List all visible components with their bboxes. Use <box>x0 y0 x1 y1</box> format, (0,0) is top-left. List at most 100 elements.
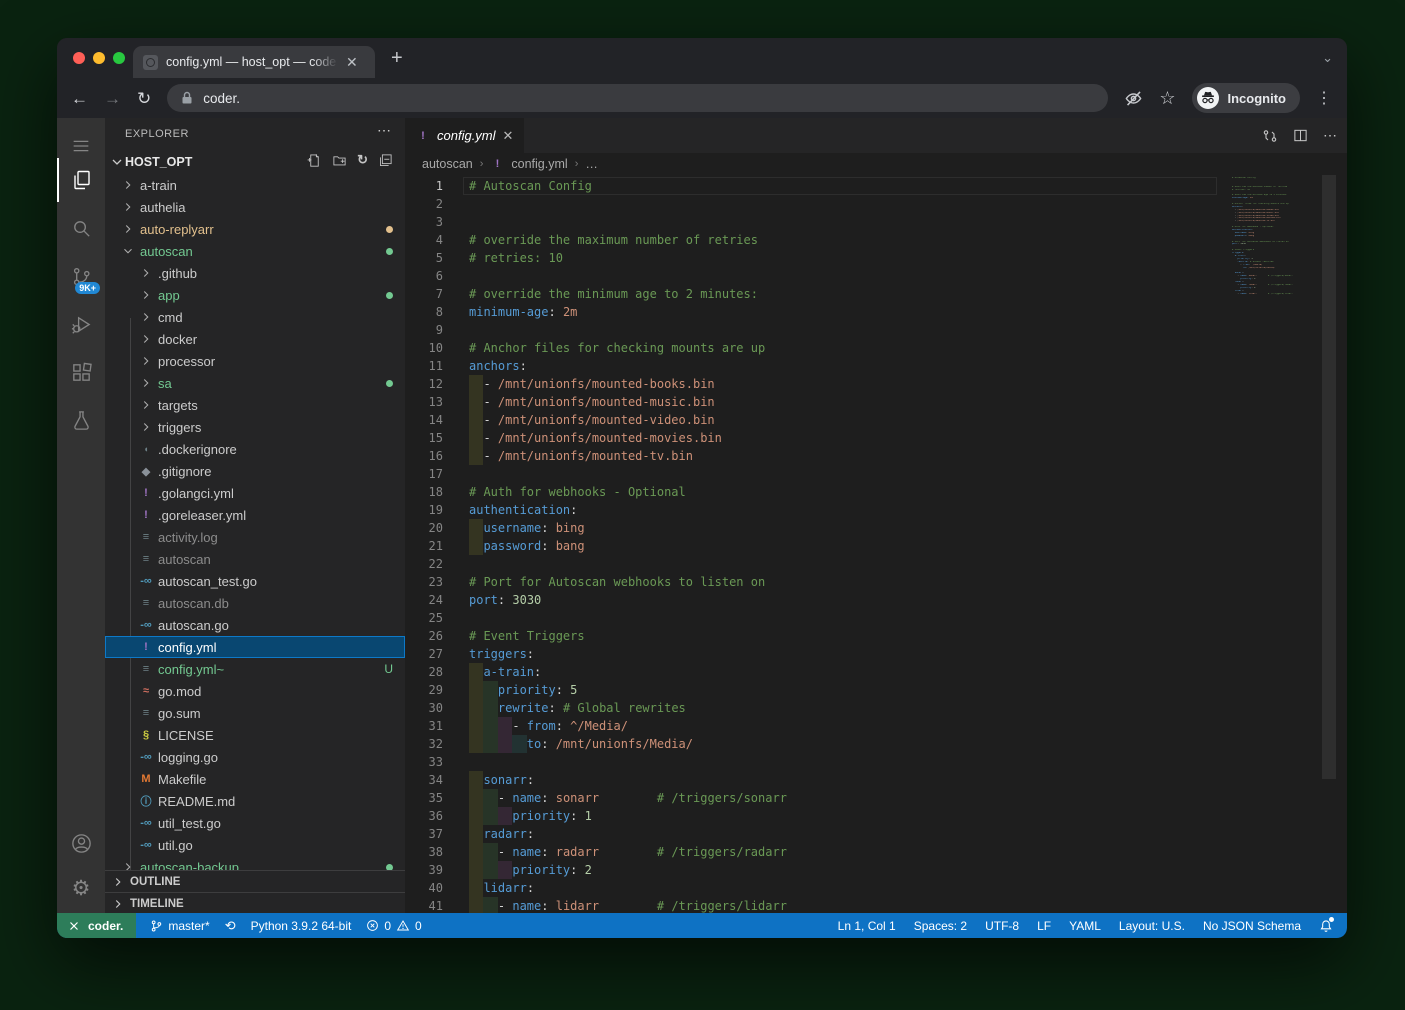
minimap[interactable]: # Autoscan Config# override the maximum … <box>1232 177 1322 296</box>
browser-menu-icon[interactable]: ⋮ <box>1316 88 1333 108</box>
tree-folder-autoscan[interactable]: autoscan <box>105 240 405 262</box>
tree-folder-app[interactable]: app <box>105 284 405 306</box>
git-branch-item[interactable]: master* <box>150 919 209 933</box>
extensions-icon[interactable] <box>57 350 105 394</box>
tree-folder-processor[interactable]: processor <box>105 350 405 372</box>
editor-tab-config-yml[interactable]: ! config.yml ✕ <box>405 118 524 153</box>
line-number: 1 <box>405 177 443 195</box>
tree-folder-auto-replyarr[interactable]: auto-replyarr <box>105 218 405 240</box>
code-text: - /mnt/unionfs/mounted-books.bin <box>469 375 715 393</box>
workspace-section-header[interactable]: HOST_OPT ↻ <box>105 150 405 174</box>
tree-folder-cmd[interactable]: cmd <box>105 306 405 328</box>
tree-folder--github[interactable]: .github <box>105 262 405 284</box>
tab-search-chevron-icon[interactable]: ⌄ <box>1322 50 1333 66</box>
tree-file-autoscan-db[interactable]: ≡autoscan.db <box>105 592 405 614</box>
open-changes-icon[interactable] <box>1262 128 1278 144</box>
doc-icon: ≡ <box>139 553 153 565</box>
tree-folder-sa[interactable]: sa <box>105 372 405 394</box>
search-icon[interactable] <box>57 206 105 250</box>
tree-file-config-yml-[interactable]: ≡config.yml~U <box>105 658 405 680</box>
explorer-icon[interactable] <box>57 158 105 202</box>
new-tab-button[interactable]: + <box>391 47 403 70</box>
tree-folder-authelia[interactable]: authelia <box>105 196 405 218</box>
tree-folder-a-train[interactable]: a-train <box>105 174 405 196</box>
chevron-right-icon <box>111 875 125 889</box>
code-line: 4# override the maximum number of retrie… <box>405 231 1347 249</box>
sidebar-more-icon[interactable]: ⋯ <box>377 122 391 139</box>
code-line: 21 password: bang <box>405 537 1347 555</box>
tree-file-makefile[interactable]: MMakefile <box>105 768 405 790</box>
lock-icon <box>181 91 193 105</box>
code-line: 8minimum-age: 2m <box>405 303 1347 321</box>
tree-file-autoscan[interactable]: ≡autoscan <box>105 548 405 570</box>
testing-icon[interactable] <box>57 398 105 442</box>
close-window-button[interactable] <box>73 52 85 64</box>
new-file-icon[interactable] <box>307 153 322 171</box>
status-item-lf[interactable]: LF <box>1037 919 1051 933</box>
browser-tab[interactable]: config.yml — host_opt — code ✕ <box>133 46 375 78</box>
tab-title: config.yml — host_opt — code <box>166 55 338 69</box>
tree-file-autoscan-go[interactable]: -∞autoscan.go <box>105 614 405 636</box>
tree-folder-triggers[interactable]: triggers <box>105 416 405 438</box>
status-item-spaces-2[interactable]: Spaces: 2 <box>914 919 967 933</box>
refresh-icon[interactable]: ↻ <box>357 153 368 171</box>
status-item-yaml[interactable]: YAML <box>1069 919 1101 933</box>
git-sync-button[interactable]: ⟲ <box>225 918 236 934</box>
code-line: 31 - from: ^/Media/ <box>405 717 1347 735</box>
breadcrumb-item[interactable]: config.yml <box>511 157 567 171</box>
bookmark-star-icon[interactable]: ☆ <box>1159 89 1175 107</box>
collapse-all-icon[interactable] <box>378 153 393 171</box>
tree-file-license[interactable]: §LICENSE <box>105 724 405 746</box>
forward-button[interactable]: → <box>104 90 121 107</box>
tree-file-util-test-go[interactable]: -∞util_test.go <box>105 812 405 834</box>
tree-file-readme-md[interactable]: ⓘREADME.md <box>105 790 405 812</box>
account-icon[interactable] <box>57 821 105 865</box>
source-control-icon[interactable]: 9K+ <box>57 254 105 298</box>
editor-tab-close-icon[interactable]: ✕ <box>503 128 514 144</box>
tab-close-icon[interactable]: ✕ <box>346 54 358 71</box>
tree-file--goreleaser-yml[interactable]: !.goreleaser.yml <box>105 504 405 526</box>
tree-file--dockerignore[interactable]: ◖.dockerignore <box>105 438 405 460</box>
tree-folder-docker[interactable]: docker <box>105 328 405 350</box>
status-item-utf-8[interactable]: UTF-8 <box>985 919 1019 933</box>
more-actions-icon[interactable]: ⋯ <box>1323 127 1337 144</box>
new-folder-icon[interactable] <box>332 153 347 171</box>
problems-item[interactable]: 0 0 <box>366 919 421 933</box>
split-editor-icon[interactable] <box>1293 128 1308 143</box>
breadcrumb-item[interactable]: autoscan <box>422 157 473 171</box>
tree-file-autoscan-test-go[interactable]: -∞autoscan_test.go <box>105 570 405 592</box>
code-line: 5# retries: 10 <box>405 249 1347 267</box>
editor-scrollbar[interactable] <box>1322 175 1336 779</box>
settings-icon[interactable]: ⚙ <box>57 866 105 910</box>
incognito-badge[interactable]: Incognito <box>1192 83 1301 113</box>
tree-file-go-mod[interactable]: ≈go.mod <box>105 680 405 702</box>
tree-file--golangci-yml[interactable]: !.golangci.yml <box>105 482 405 504</box>
timeline-section[interactable]: TIMELINE <box>105 892 405 913</box>
tree-folder-targets[interactable]: targets <box>105 394 405 416</box>
outline-section[interactable]: OUTLINE <box>105 870 405 893</box>
python-interpreter-item[interactable]: Python 3.9.2 64-bit <box>251 919 352 933</box>
notifications-bell-icon[interactable] <box>1319 919 1333 933</box>
breadcrumb-item[interactable]: … <box>585 157 598 171</box>
tree-file-config-yml[interactable]: !config.yml <box>105 636 405 658</box>
code-editor[interactable]: 1# Autoscan Config234# override the maxi… <box>405 175 1347 913</box>
status-item-ln-1-col-1[interactable]: Ln 1, Col 1 <box>838 919 896 933</box>
zoom-window-button[interactable] <box>113 52 125 64</box>
remote-indicator[interactable]: coder. <box>57 913 136 938</box>
tree-file-activity-log[interactable]: ≡activity.log <box>105 526 405 548</box>
minimize-window-button[interactable] <box>93 52 105 64</box>
status-item-no-json-schema[interactable]: No JSON Schema <box>1203 919 1301 933</box>
tree-file-util-go[interactable]: -∞util.go <box>105 834 405 856</box>
breadcrumb: autoscan›!config.yml›… <box>405 153 1347 175</box>
address-bar[interactable]: coder. <box>167 84 1108 112</box>
back-button[interactable]: ← <box>71 90 88 107</box>
tree-file--gitignore[interactable]: ◆.gitignore <box>105 460 405 482</box>
doc-icon: ≡ <box>139 597 153 609</box>
eye-off-icon[interactable] <box>1124 89 1143 108</box>
reload-button[interactable]: ↻ <box>137 90 151 107</box>
line-number: 36 <box>405 807 443 825</box>
tree-file-go-sum[interactable]: ≡go.sum <box>105 702 405 724</box>
status-item-layout-u-s-[interactable]: Layout: U.S. <box>1119 919 1185 933</box>
run-debug-icon[interactable] <box>57 302 105 346</box>
tree-file-logging-go[interactable]: -∞logging.go <box>105 746 405 768</box>
